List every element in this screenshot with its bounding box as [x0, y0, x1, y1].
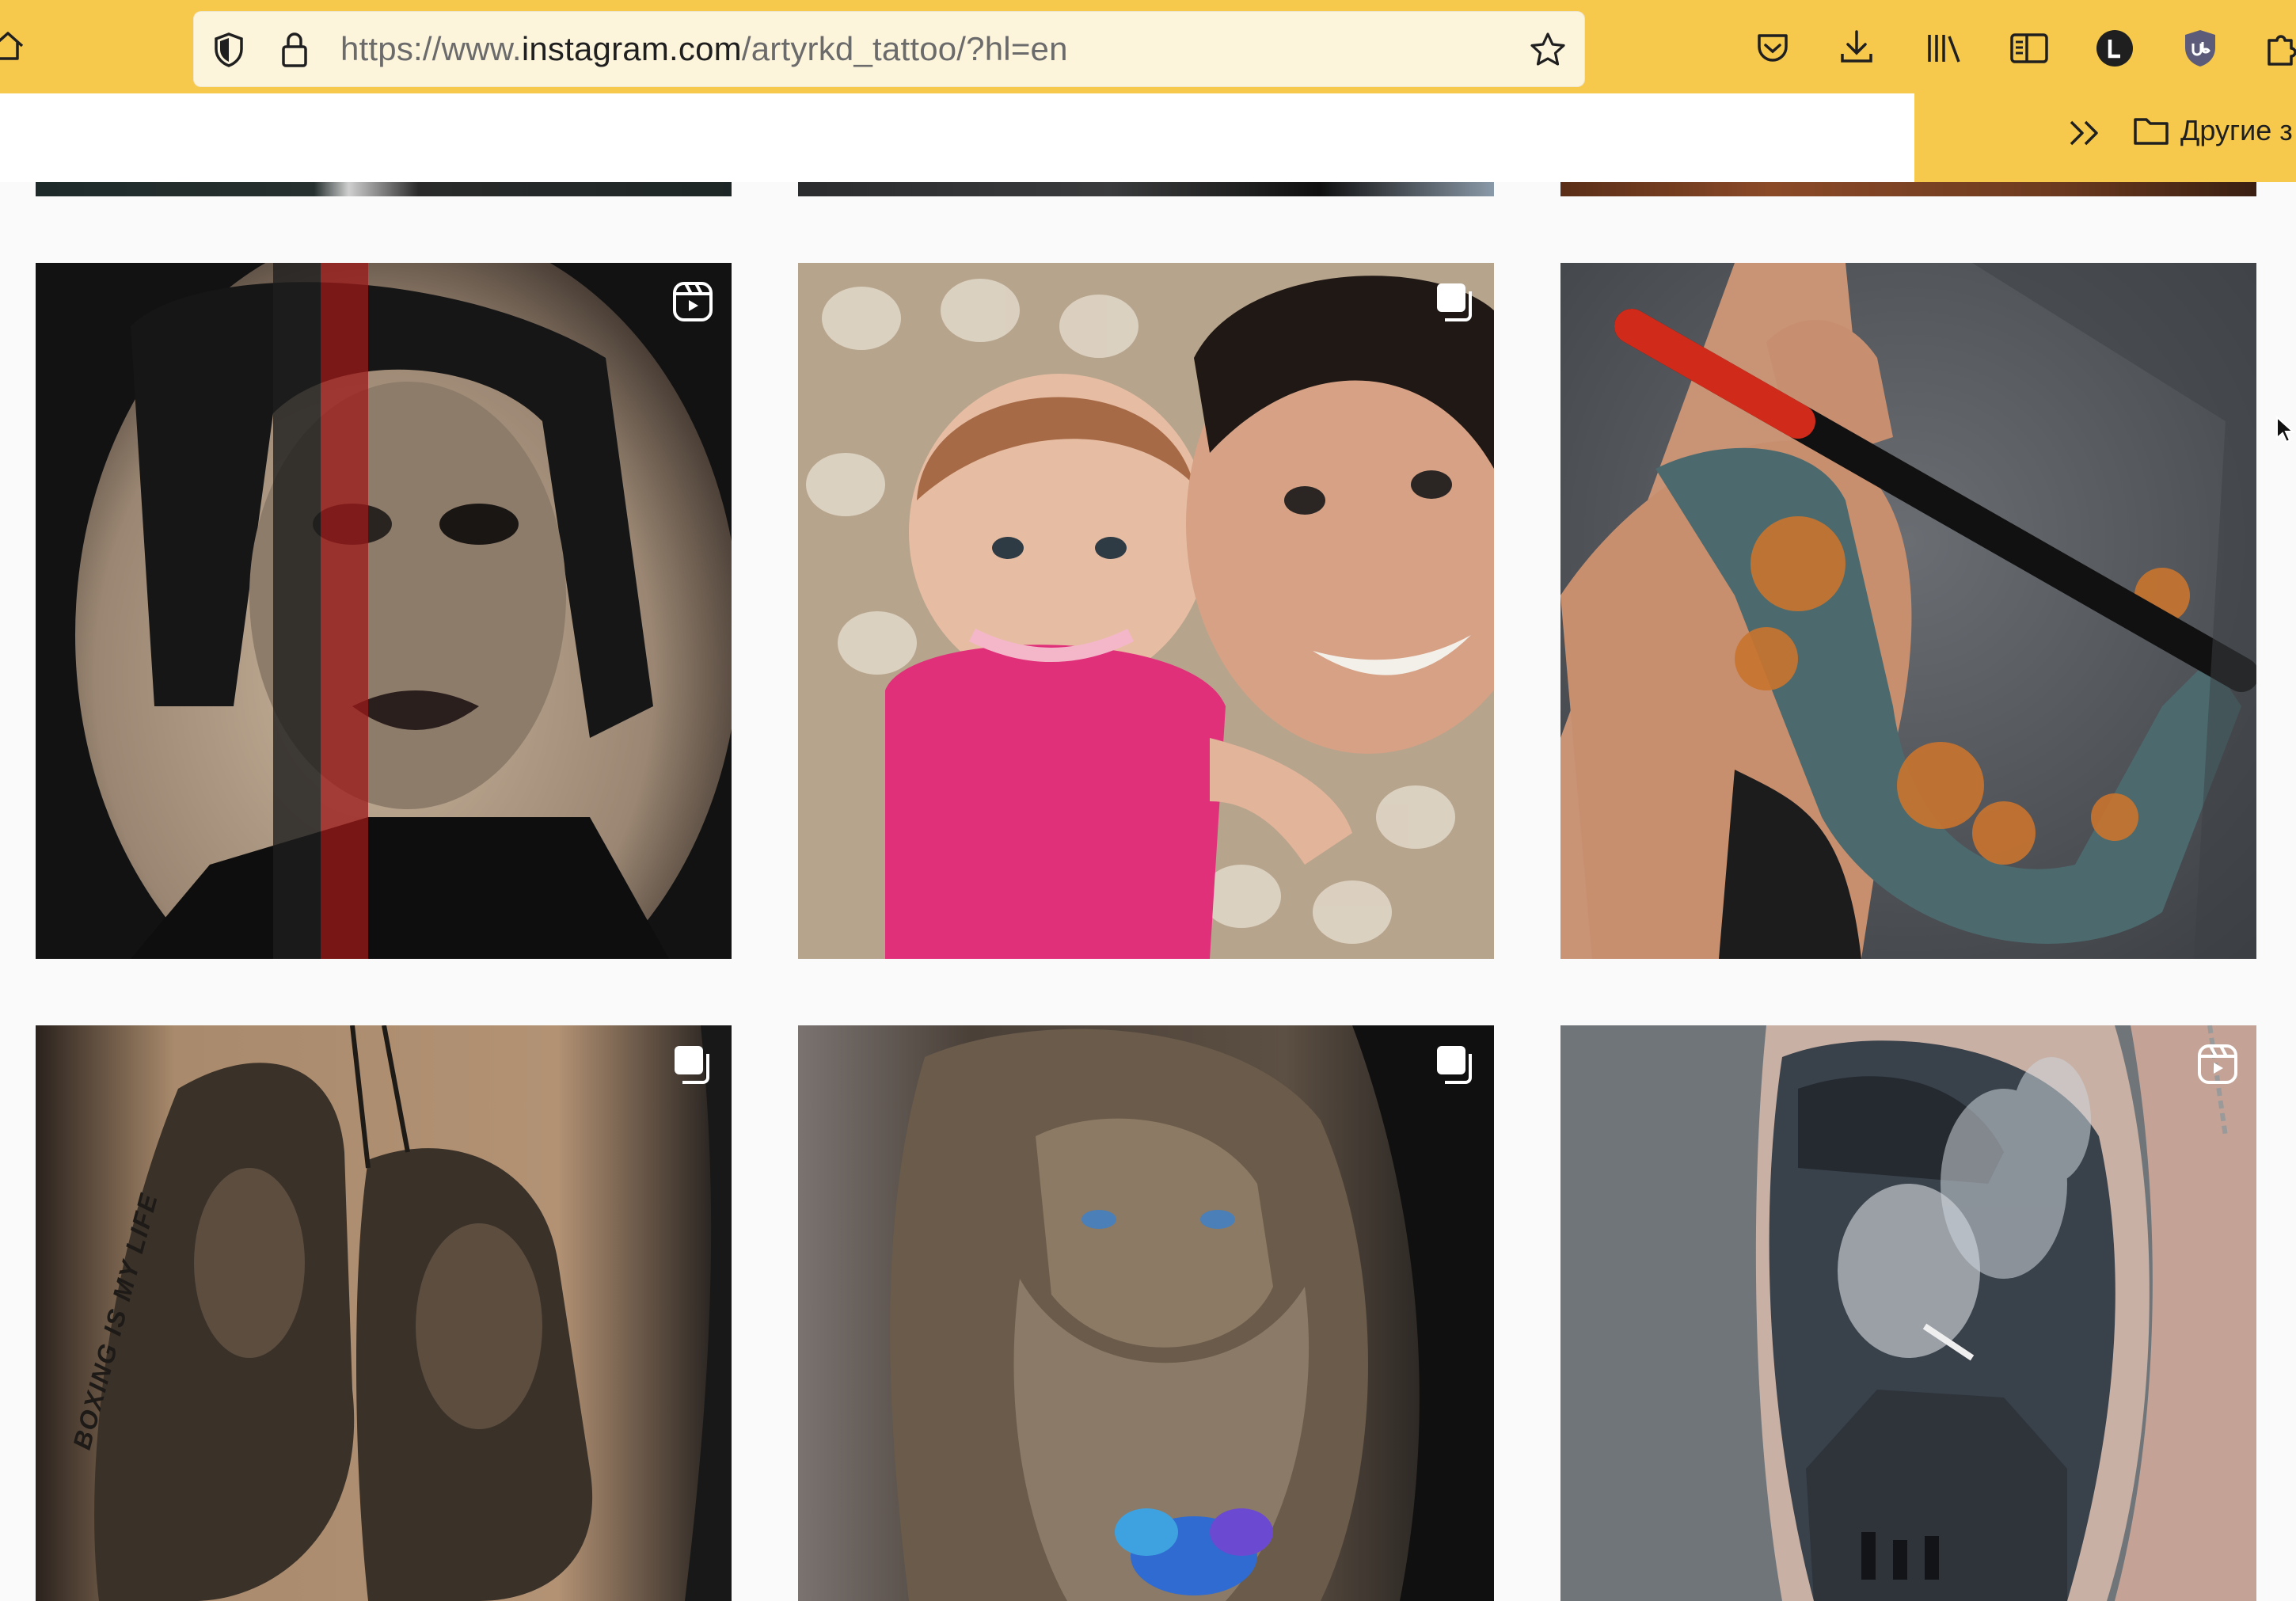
- post-partial-2[interactable]: [798, 182, 1494, 196]
- carousel-icon: [1434, 280, 1477, 323]
- library-icon[interactable]: [1924, 29, 1965, 68]
- bookmarks-folder-label: Другие з: [2180, 114, 2293, 146]
- url-text[interactable]: https://www.instagram.com/artyrkd_tattoo…: [340, 11, 1068, 87]
- carousel-icon: [671, 1043, 714, 1086]
- post-baby-selfie[interactable]: [798, 263, 1494, 959]
- mouse-cursor-icon: [2275, 415, 2295, 448]
- reel-icon: [671, 280, 714, 323]
- carousel-icon: [1434, 1043, 1477, 1086]
- post-partial-1[interactable]: [36, 182, 732, 196]
- overflow-chevrons-icon[interactable]: [2066, 114, 2104, 152]
- browser-toolbar: https://www.instagram.com/artyrkd_tattoo…: [0, 0, 2296, 93]
- post-baby-selfie-image: [798, 263, 1494, 959]
- shield-icon[interactable]: [211, 32, 247, 68]
- home-icon[interactable]: [0, 27, 27, 65]
- post-baseball-bat-sleeve-image: [1560, 263, 2256, 959]
- ublock-icon[interactable]: [2180, 27, 2220, 70]
- pocket-icon[interactable]: [1753, 29, 1792, 68]
- extensions-icon[interactable]: [2263, 29, 2296, 68]
- folder-icon: [2133, 116, 2169, 146]
- post-old-man-beard[interactable]: [798, 1025, 1494, 1601]
- post-old-man-beard-image: [798, 1025, 1494, 1601]
- page-header-strip: [0, 93, 1914, 182]
- post-portrait-red-stripe[interactable]: [36, 263, 732, 959]
- post-smoking-man-sleeve[interactable]: [1560, 1025, 2256, 1601]
- post-boxing-gloves-image: [36, 1025, 732, 1601]
- lock-icon[interactable]: [279, 30, 310, 70]
- post-portrait-red-stripe-image: [36, 263, 732, 959]
- post-partial-3[interactable]: [1560, 182, 2256, 196]
- sidebar-icon[interactable]: [2008, 30, 2051, 67]
- reel-icon: [2196, 1043, 2239, 1086]
- url-bar[interactable]: https://www.instagram.com/artyrkd_tattoo…: [193, 11, 1585, 87]
- post-smoking-man-sleeve-image: [1560, 1025, 2256, 1601]
- download-icon[interactable]: [1837, 27, 1876, 67]
- account-icon[interactable]: [2095, 29, 2134, 68]
- post-boxing-gloves[interactable]: BOXING IS MY LIFE: [36, 1025, 732, 1601]
- star-icon[interactable]: [1528, 30, 1568, 70]
- bookmarks-folder-other[interactable]: Другие з: [2133, 106, 2293, 155]
- post-baseball-bat-sleeve[interactable]: [1560, 263, 2256, 959]
